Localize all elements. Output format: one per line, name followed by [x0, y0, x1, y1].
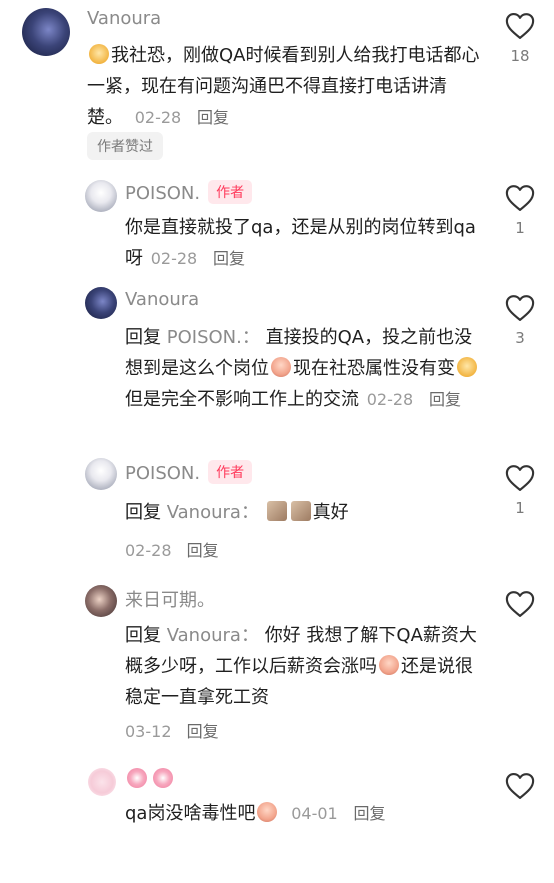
flower-icon — [153, 768, 173, 788]
reply-item: POISON. 作者 你是直接就投了qa，还是从别的岗位转到qa呀 02-28 回… — [0, 170, 554, 280]
flower-icon — [127, 768, 147, 788]
comment-text-content: 但是完全不影响工作上的交流 — [125, 389, 359, 410]
comment-text: 你是直接就投了qa，还是从别的岗位转到qa呀 02-28 回复 — [125, 212, 480, 274]
user-avatar[interactable] — [22, 8, 70, 56]
crying-emoji-icon — [271, 357, 291, 377]
username-flower-icons[interactable] — [127, 768, 179, 792]
comment-date: 02-28 — [150, 249, 198, 268]
comment-text-content: qa岗没啥毒性吧 — [125, 803, 256, 824]
reply-prefix: 回复 — [125, 502, 161, 523]
comment-item: Vanoura 我社恐，刚做QA时候看到别人给我打电话都心一紧，现在有问题沟通巴… — [0, 0, 554, 165]
comment-date: 02-28 — [366, 390, 414, 409]
reply-button[interactable]: 回复 — [429, 390, 461, 409]
crying-emoji-icon — [257, 802, 278, 822]
author-badge: 作者 — [208, 180, 253, 204]
smile-emoji-icon — [457, 357, 477, 377]
author-liked-chip: 作者赞过 — [87, 132, 163, 160]
like-heart-icon[interactable] — [505, 590, 535, 618]
sticker-emoji-icon — [290, 501, 311, 521]
comment-item: qa岗没啥毒性吧 04-01 回复 — [0, 762, 554, 842]
user-avatar[interactable] — [88, 768, 116, 796]
reply-item: Vanoura 回复 POISON.： 直接投的QA，投之前也没想到是这么个岗位… — [0, 282, 554, 447]
like-heart-icon[interactable] — [505, 464, 535, 492]
comment-text-content: 现在社恐属性没有变 — [293, 358, 455, 379]
username-text: POISON. — [125, 183, 201, 204]
reply-button[interactable]: 回复 — [213, 249, 245, 268]
smile-emoji-icon — [89, 44, 109, 64]
reply-prefix: 回复 — [125, 327, 161, 348]
comment-text: qa岗没啥毒性吧 04-01 回复 — [125, 798, 480, 829]
comment-date: 03-12 — [125, 722, 172, 741]
user-avatar[interactable] — [85, 585, 117, 617]
user-avatar[interactable] — [85, 180, 117, 212]
reply-button[interactable]: 回复 — [187, 722, 219, 741]
user-avatar[interactable] — [85, 287, 117, 319]
comment-username[interactable]: Vanoura — [87, 8, 161, 29]
like-heart-icon[interactable] — [505, 294, 535, 322]
comment-text: 回复 Vanoura： 你好 我想了解下QA薪资大概多少呀，工作以后薪资会涨吗还… — [125, 620, 480, 713]
like-count: 18 — [510, 47, 530, 65]
username-text: POISON. — [125, 463, 201, 484]
comment-username[interactable]: POISON. 作者 — [125, 180, 253, 204]
crying-emoji-icon — [379, 655, 399, 675]
like-count: 1 — [515, 219, 525, 237]
comment-meta: 03-12 回复 — [125, 718, 219, 742]
comment-date: 02-28 — [134, 108, 182, 127]
like-heart-icon[interactable] — [505, 772, 535, 800]
comment-date: 02-28 — [125, 541, 172, 560]
comment-date: 04-01 — [291, 804, 338, 823]
comment-item: 来日可期。 回复 Vanoura： 你好 我想了解下QA薪资大概多少呀，工作以后… — [0, 580, 554, 745]
comment-meta: 02-28 回复 — [125, 537, 219, 561]
reply-to-user[interactable]: POISON.： — [167, 327, 260, 348]
comment-text-content: 真好 — [312, 502, 349, 523]
comment-text: 回复 POISON.： 直接投的QA，投之前也没想到是这么个岗位 现在社恐属性没有… — [125, 322, 480, 415]
like-count: 3 — [515, 329, 525, 347]
reply-button[interactable]: 回复 — [187, 541, 219, 560]
reply-to-user[interactable]: Vanoura： — [167, 502, 259, 523]
comment-username[interactable]: 来日可期。 — [125, 586, 215, 612]
reply-item: POISON. 作者 回复 Vanoura： 真好 02-28 回复 1 — [0, 455, 554, 570]
comment-username[interactable]: POISON. 作者 — [125, 460, 253, 484]
author-badge: 作者 — [208, 460, 253, 484]
reply-to-user[interactable]: Vanoura： — [167, 625, 259, 646]
sticker-emoji-icon — [266, 501, 287, 521]
comment-text: 回复 Vanoura： 真好 — [125, 497, 480, 528]
like-count: 1 — [515, 499, 525, 517]
like-heart-icon[interactable] — [505, 184, 535, 212]
comment-username[interactable]: Vanoura — [125, 289, 199, 310]
reply-button[interactable]: 回复 — [197, 108, 229, 127]
user-avatar[interactable] — [85, 458, 117, 490]
reply-button[interactable]: 回复 — [353, 804, 385, 823]
comment-text: 我社恐，刚做QA时候看到别人给我打电话都心一紧，现在有问题沟通巴不得直接打电话讲… — [87, 40, 482, 133]
reply-prefix: 回复 — [125, 625, 161, 646]
like-heart-icon[interactable] — [505, 12, 535, 40]
